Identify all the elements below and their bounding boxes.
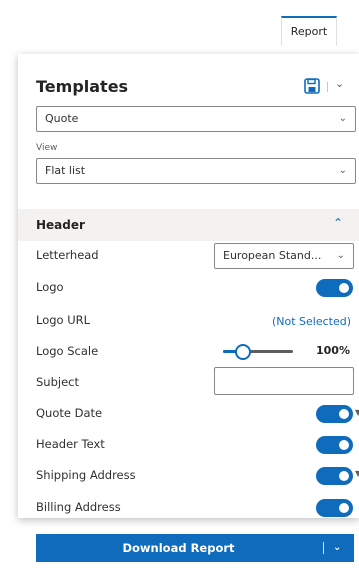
chevron-down-icon[interactable]: ⌄ xyxy=(335,77,344,90)
save-icon[interactable] xyxy=(304,78,320,94)
header-text-label: Header Text xyxy=(36,437,105,451)
logo-url-link[interactable]: (Not Selected) xyxy=(272,315,351,328)
logo-toggle[interactable] xyxy=(316,279,353,297)
title-separator xyxy=(327,82,328,92)
panel-title: Templates xyxy=(36,77,129,96)
letterhead-select[interactable]: European Stand... ⌄ xyxy=(214,243,354,269)
quote-date-label: Quote Date xyxy=(36,406,103,420)
chevron-down-icon[interactable]: ▼ xyxy=(355,408,359,417)
chevron-down-icon: ⌄ xyxy=(336,250,345,261)
header-text-toggle[interactable] xyxy=(316,436,353,454)
chevron-down-icon[interactable]: ▼ xyxy=(355,469,359,478)
logo-scale-label: Logo Scale xyxy=(36,344,99,358)
letterhead-value: European Stand... xyxy=(223,249,322,262)
shipping-address-toggle[interactable] xyxy=(316,467,353,485)
chevron-down-icon[interactable]: ⌄ xyxy=(333,534,341,562)
toggle-knob xyxy=(339,471,349,481)
download-report-label: Download Report xyxy=(122,541,235,555)
logo-label: Logo xyxy=(36,280,64,294)
logo-url-label: Logo URL xyxy=(36,313,91,327)
billing-address-toggle[interactable] xyxy=(316,499,353,517)
view-select-value: Flat list xyxy=(45,164,86,177)
subject-input[interactable] xyxy=(214,367,354,395)
templates-panel: Templates ⌄ Quote ⌄ View Flat list ⌄ Hea… xyxy=(18,54,359,518)
toggle-knob xyxy=(339,503,349,513)
download-separator xyxy=(323,542,324,554)
toggle-knob xyxy=(339,409,349,419)
download-report-button[interactable]: Download Report ⌄ xyxy=(36,534,354,562)
toggle-knob xyxy=(339,283,349,293)
chevron-down-icon: ⌄ xyxy=(338,113,347,124)
toggle-knob xyxy=(339,440,349,450)
tab-report[interactable]: Report xyxy=(281,16,337,46)
billing-address-label: Billing Address xyxy=(36,500,121,514)
chevron-up-icon[interactable]: ⌃ xyxy=(333,216,343,230)
shipping-address-label: Shipping Address xyxy=(36,468,136,482)
subject-label: Subject xyxy=(36,375,79,389)
logo-scale-value: 100% xyxy=(316,344,350,357)
template-select[interactable]: Quote ⌄ xyxy=(36,106,356,132)
logo-scale-slider-thumb[interactable] xyxy=(235,344,251,360)
chevron-down-icon: ⌄ xyxy=(338,165,347,176)
section-title: Header xyxy=(36,218,85,232)
letterhead-label: Letterhead xyxy=(36,248,99,262)
view-label: View xyxy=(36,143,58,153)
view-select[interactable]: Flat list ⌄ xyxy=(36,158,356,184)
quote-date-toggle[interactable] xyxy=(316,405,353,423)
template-select-value: Quote xyxy=(45,112,79,125)
section-header[interactable]: Header ⌃ xyxy=(18,209,359,241)
